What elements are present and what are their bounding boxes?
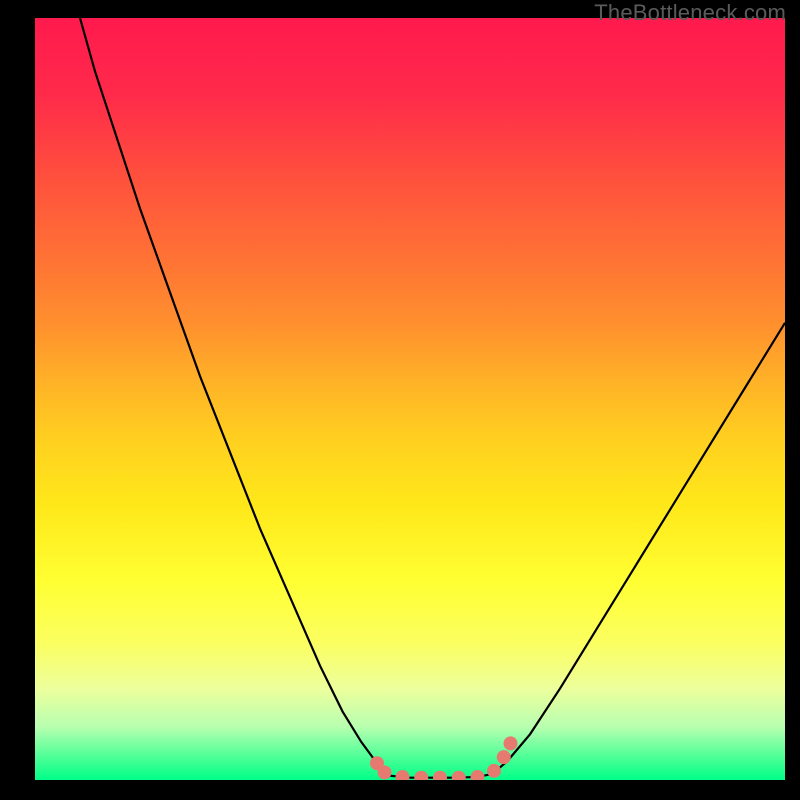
marker-dot — [414, 771, 428, 780]
curve-svg — [35, 18, 785, 780]
watermark-text: TheBottleneck.com — [594, 0, 786, 26]
marker-dot — [497, 750, 511, 764]
marker-dot — [433, 771, 447, 780]
chart-frame: TheBottleneck.com — [0, 0, 800, 800]
plot-area — [35, 18, 785, 780]
marker-dot — [452, 771, 466, 780]
bottleneck-curve — [80, 18, 785, 778]
marker-dot — [471, 770, 485, 780]
marker-dot — [396, 770, 410, 780]
marker-dot — [487, 764, 501, 778]
marker-dot — [378, 765, 392, 779]
marker-dot — [504, 736, 518, 750]
markers-group — [370, 736, 518, 780]
